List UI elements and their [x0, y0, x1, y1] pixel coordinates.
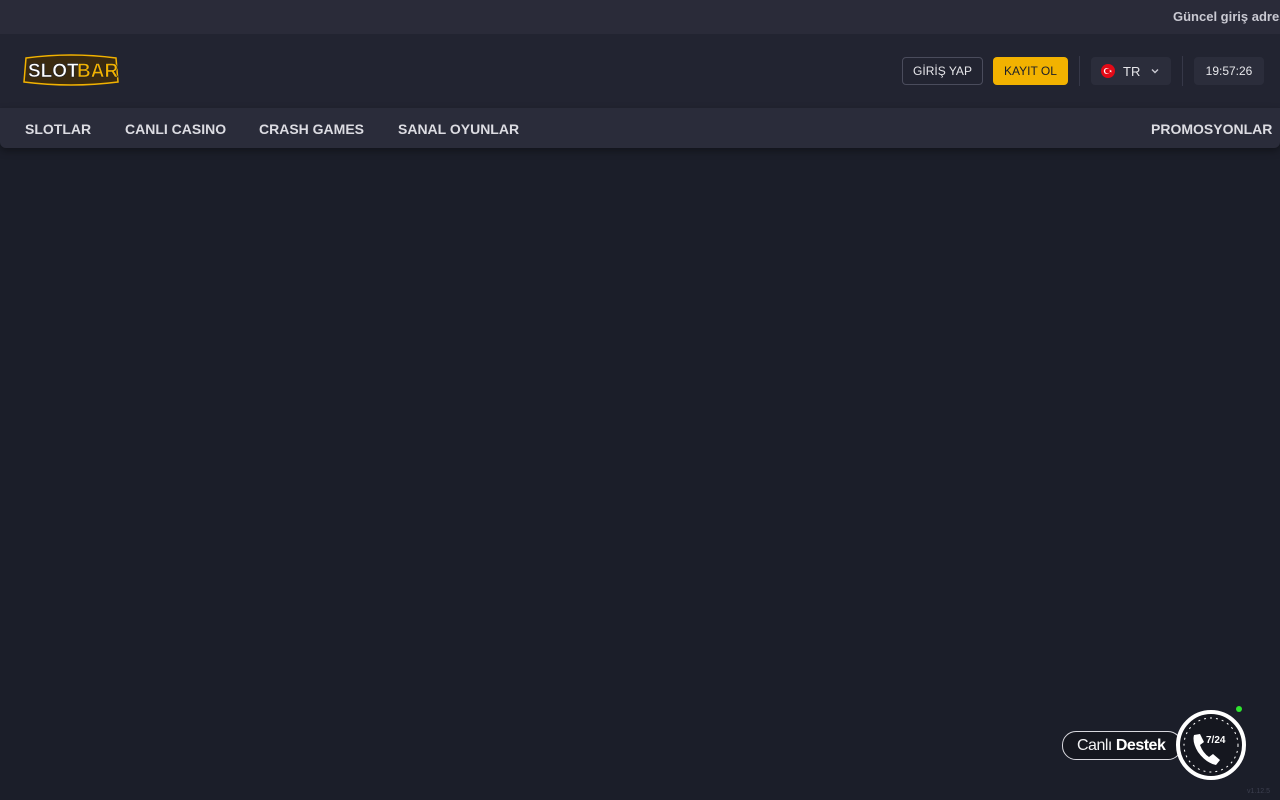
slotbar-logo[interactable]: SLOT BAR [22, 52, 120, 88]
live-support-button[interactable]: Canlı Destek [1062, 731, 1182, 760]
support-label-light: Canlı [1077, 736, 1112, 754]
announcement-ticker: Güncel giriş adresi [0, 0, 1280, 34]
support-label-bold: Destek [1115, 736, 1166, 754]
svg-text:SLOT: SLOT [28, 61, 79, 82]
turkey-flag-icon [1101, 64, 1115, 78]
register-button[interactable]: KAYIT OL [993, 57, 1068, 85]
version-label: v1.12.5 [1247, 788, 1270, 795]
login-button[interactable]: GİRİŞ YAP [902, 57, 983, 85]
svg-text:BAR: BAR [77, 61, 118, 82]
nav-item-slotlar[interactable]: SLOTLAR [25, 121, 91, 137]
language-code: TR [1123, 63, 1141, 79]
svg-text:7/24: 7/24 [1206, 735, 1226, 746]
header-divider [1182, 56, 1183, 86]
nav-item-canli-casino[interactable]: CANLI CASINO [125, 121, 226, 137]
main-nav: SLOTLAR CANLI CASINO CRASH GAMES SANAL O… [0, 108, 1280, 148]
phone-24-7-icon[interactable]: 7/24 [1176, 710, 1246, 780]
online-status-dot [1236, 706, 1242, 712]
header-divider [1079, 56, 1080, 86]
ticker-text: Güncel giriş adresi [1173, 9, 1280, 24]
nav-item-promosyonlar[interactable]: PROMOSYONLAR [1151, 121, 1272, 137]
header: SLOT BAR GİRİŞ YAP KAYIT OL TR 19:57:26 [0, 34, 1280, 108]
nav-item-sanal-oyunlar[interactable]: SANAL OYUNLAR [398, 121, 519, 137]
language-selector[interactable]: TR [1091, 57, 1171, 85]
nav-item-crash-games[interactable]: CRASH GAMES [259, 121, 364, 137]
chevron-down-icon [1151, 69, 1159, 74]
clock: 19:57:26 [1194, 57, 1264, 85]
